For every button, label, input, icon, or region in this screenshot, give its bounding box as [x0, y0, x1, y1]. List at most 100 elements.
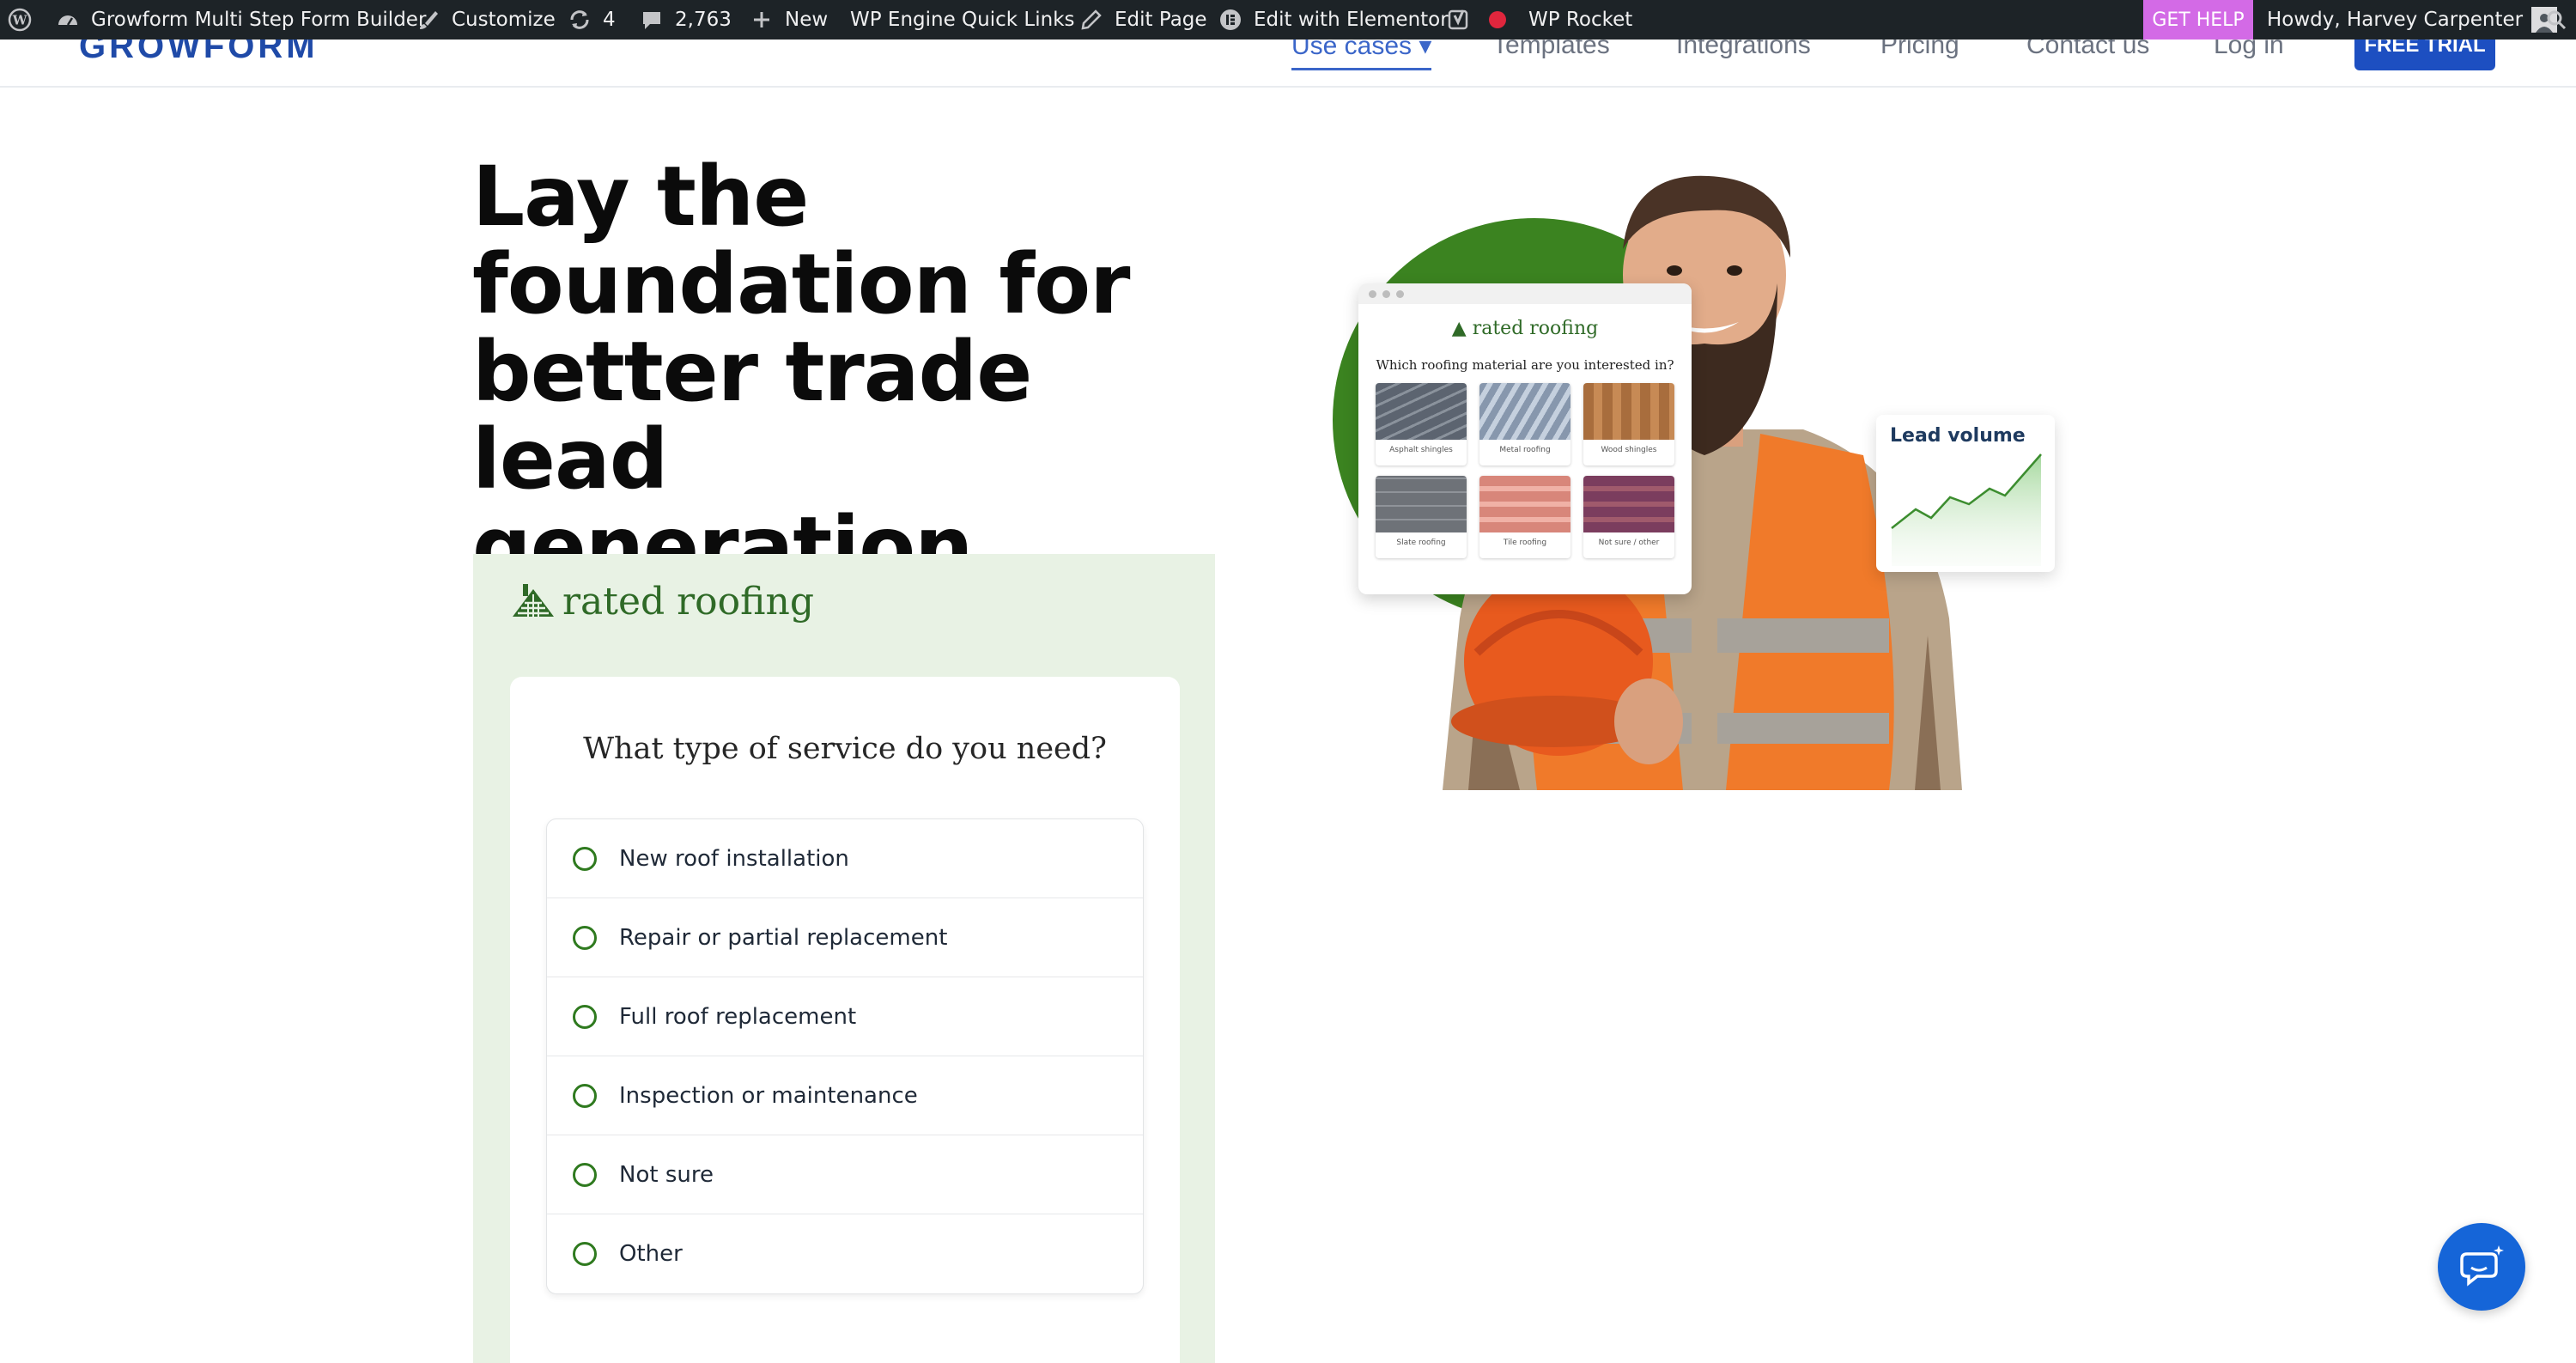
form-card: What type of service do you need? New ro…	[510, 677, 1180, 1363]
tile-caption: Not sure / other	[1598, 539, 1660, 547]
mini-rated-roofing-logo: ▲ rated roofing	[1358, 318, 1692, 339]
lead-volume-sparkline	[1891, 453, 2042, 566]
paintbrush-icon	[416, 7, 441, 33]
dashboard-icon	[55, 7, 81, 33]
customize-link[interactable]: Customize	[416, 0, 556, 40]
tile-swatch	[1479, 383, 1571, 440]
howdy-label: Howdy, Harvey Carpenter	[2267, 9, 2524, 31]
option-inspection-maintenance[interactable]: Inspection or maintenance	[547, 1056, 1143, 1135]
site-name-link[interactable]: Growform Multi Step Form Builder	[55, 0, 426, 40]
comments-count: 2,763	[675, 9, 732, 31]
hero-headline: Lay the foundation for better trade lead…	[472, 153, 1245, 591]
tile-caption: Wood shingles	[1601, 446, 1657, 454]
option-repair-partial-replacement[interactable]: Repair or partial replacement	[547, 898, 1143, 977]
mini-wordmark: rated roofing	[1472, 318, 1599, 339]
service-option-list: New roof installation Repair or partial …	[546, 818, 1144, 1294]
nav-use-cases[interactable]: Use cases ▾	[1291, 40, 1432, 70]
tile-swatch	[1479, 476, 1571, 532]
new-label: New	[785, 9, 829, 31]
elementor-icon	[1218, 7, 1243, 33]
edit-page-label: Edit Page	[1115, 9, 1207, 31]
radio-circle-icon[interactable]	[573, 1004, 597, 1029]
radio-circle-icon[interactable]	[573, 1242, 597, 1266]
rated-roofing-logo: rated roofing	[509, 580, 814, 624]
window-dot-icon	[1382, 289, 1390, 298]
updates-link[interactable]: 4	[567, 0, 616, 40]
wp-rocket-label: WP Rocket	[1528, 9, 1633, 31]
edit-with-elementor-link[interactable]: Edit with Elementor	[1218, 0, 1449, 40]
roof-logo-icon	[513, 583, 554, 617]
rocket-status-dot	[1489, 11, 1506, 28]
my-account-link[interactable]: Howdy, Harvey Carpenter	[2267, 0, 2558, 40]
tile-swatch	[1583, 383, 1674, 440]
radio-circle-icon[interactable]	[573, 925, 597, 950]
comments-link[interactable]: 2,763	[639, 0, 732, 40]
yoast-icon	[1446, 7, 1472, 33]
window-dot-icon	[1369, 289, 1376, 298]
lead-volume-title: Lead volume	[1890, 425, 2026, 447]
window-dot-icon	[1396, 289, 1404, 298]
tile-asphalt-shingles: Asphalt shingles	[1376, 383, 1467, 465]
form-preview-card: ▲ rated roofing Which roofing material a…	[1358, 283, 1692, 594]
option-label: Repair or partial replacement	[619, 924, 948, 951]
form-demo-panel: rated roofing What type of service do yo…	[473, 554, 1215, 1363]
option-label: Other	[619, 1241, 683, 1267]
option-label: Not sure	[619, 1161, 714, 1188]
wp-engine-links[interactable]: WP Engine Quick Links	[850, 0, 1075, 40]
customize-label: Customize	[452, 9, 556, 31]
wordpress-icon: W	[7, 7, 33, 33]
update-refresh-icon	[567, 7, 592, 33]
brand-logo[interactable]: GROWFORM	[79, 40, 319, 66]
svg-text:W: W	[12, 13, 28, 28]
free-trial-button[interactable]: FREE TRIAL	[2354, 40, 2495, 70]
tile-metal-roofing: Metal roofing	[1479, 383, 1571, 465]
option-label: Full roof replacement	[619, 1003, 857, 1030]
option-not-sure[interactable]: Not sure	[547, 1135, 1143, 1214]
updates-count: 4	[603, 9, 616, 31]
get-help-button[interactable]: GET HELP	[2143, 0, 2253, 40]
headline-line-3: better trade lead	[472, 324, 1032, 508]
search-icon	[2543, 7, 2569, 33]
wp-engine-label: WP Engine Quick Links	[850, 9, 1075, 31]
wp-rocket-link[interactable]: WP Rocket	[1489, 0, 1632, 40]
nav-use-cases-label: Use cases	[1291, 40, 1413, 60]
edit-page-link[interactable]: Edit Page	[1078, 0, 1207, 40]
tile-caption: Tile roofing	[1503, 539, 1547, 547]
pencil-icon	[1078, 7, 1104, 33]
tile-swatch	[1376, 476, 1467, 532]
nav-log-in[interactable]: Log in	[2214, 40, 2284, 60]
tile-caption: Metal roofing	[1499, 446, 1551, 454]
wp-admin-bar: W Growform Multi Step Form Builder Custo…	[0, 0, 2576, 40]
chat-bubble-icon	[2460, 1245, 2504, 1287]
option-full-roof-replacement[interactable]: Full roof replacement	[547, 977, 1143, 1056]
wordpress-logo-button[interactable]: W	[7, 0, 43, 40]
mini-roof-logo-icon: ▲	[1451, 318, 1467, 339]
nav-integrations[interactable]: Integrations	[1676, 40, 1811, 60]
tile-not-sure-other: Not sure / other	[1583, 476, 1674, 558]
chevron-down-icon: ▾	[1419, 40, 1432, 60]
nav-pricing[interactable]: Pricing	[1880, 40, 1959, 60]
tile-swatch	[1583, 476, 1674, 532]
headline-line-2: foundation for	[472, 236, 1130, 332]
rated-roofing-wordmark: rated roofing	[562, 580, 815, 624]
radio-circle-icon[interactable]	[573, 846, 597, 871]
site-name-label: Growform Multi Step Form Builder	[91, 9, 427, 31]
option-other[interactable]: Other	[547, 1214, 1143, 1293]
admin-search-button[interactable]	[2543, 0, 2576, 40]
yoast-seo-link[interactable]	[1446, 0, 1482, 40]
tile-caption: Slate roofing	[1396, 539, 1446, 547]
nav-contact-us[interactable]: Contact us	[2026, 40, 2149, 60]
live-chat-button[interactable]	[2438, 1223, 2525, 1311]
nav-templates[interactable]: Templates	[1492, 40, 1610, 60]
comment-bubble-icon	[639, 7, 665, 33]
radio-circle-icon[interactable]	[573, 1083, 597, 1108]
option-new-roof-installation[interactable]: New roof installation	[547, 819, 1143, 898]
hero-illustration: ▲ rated roofing Which roofing material a…	[1322, 172, 2078, 790]
headline-line-1: Lay the	[472, 149, 809, 245]
new-content-link[interactable]: New	[749, 0, 828, 40]
form-question: What type of service do you need?	[583, 732, 1107, 766]
window-chrome	[1358, 283, 1692, 304]
elementor-label: Edit with Elementor	[1254, 9, 1449, 31]
radio-circle-icon[interactable]	[573, 1162, 597, 1187]
option-label: Inspection or maintenance	[619, 1082, 918, 1109]
